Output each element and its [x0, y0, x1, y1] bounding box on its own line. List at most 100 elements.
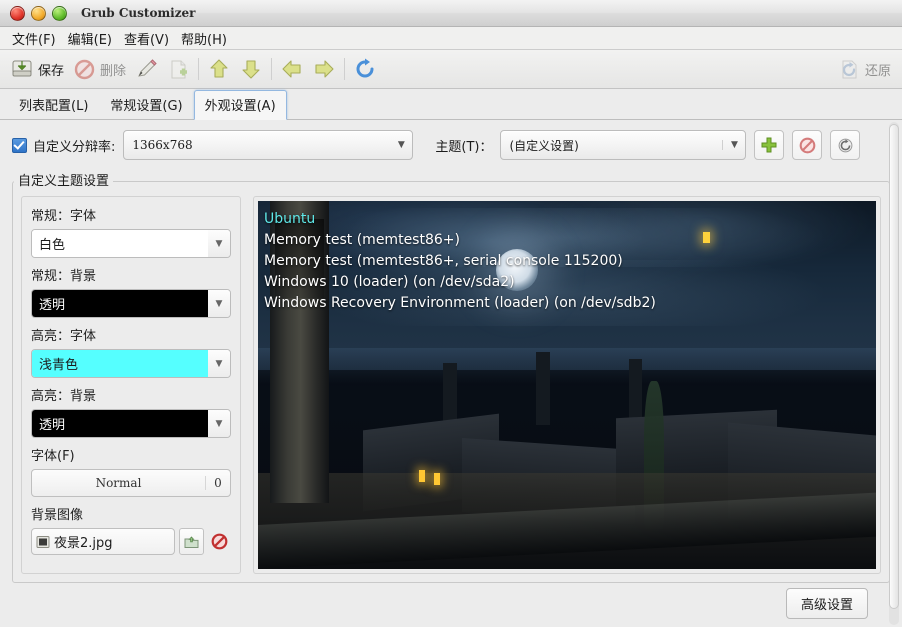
restore-label: 还原	[864, 63, 891, 79]
highlight-background-label: 高亮：背景	[31, 389, 97, 404]
chevron-down-icon-3: ▼	[208, 410, 230, 437]
move-up-button[interactable]	[203, 55, 235, 83]
pencil-icon	[136, 58, 158, 80]
move-right-button[interactable]	[308, 55, 340, 83]
grub-preview-frame: Ubuntu Memory test (memtest86+) Memory t…	[253, 196, 881, 574]
highlight-background-color-value: 透明	[32, 410, 208, 437]
application-window: Grub Customizer 文件(F) 编辑(E) 查看(V) 帮助(H) …	[0, 0, 902, 627]
menu-file[interactable]: 文件(F)	[6, 27, 62, 50]
title-bar: Grub Customizer	[0, 0, 902, 27]
refresh-theme-button[interactable]	[830, 130, 861, 160]
appearance-panel: 自定义分辩率: 1366x768 ▼ 主题(T)： (自定义设置) ▼ 自定义主…	[0, 120, 902, 627]
toolbar-separator	[198, 58, 200, 80]
chevron-down-icon: ▼	[397, 140, 405, 150]
grub-preview[interactable]: Ubuntu Memory test (memtest86+) Memory t…	[258, 201, 876, 569]
vertical-scrollbar[interactable]	[888, 122, 900, 625]
reload-button[interactable]	[349, 55, 381, 83]
theme-value: (自定义设置)	[509, 138, 579, 153]
minimize-button[interactable]	[31, 5, 46, 21]
menu-edit[interactable]: 编辑(E)	[62, 27, 118, 50]
highlight-font-color-combo[interactable]: 浅青色 ▼	[31, 349, 231, 378]
remove-theme-button[interactable]	[792, 130, 823, 160]
theme-label: 主题(T)：	[435, 139, 493, 155]
new-entry-button[interactable]	[163, 56, 194, 83]
maximize-button[interactable]	[52, 5, 67, 21]
scrollbar-thumb[interactable]	[889, 124, 899, 609]
custom-theme-title: 自定义主题设置	[14, 170, 114, 189]
custom-theme-groupbox: 自定义主题设置 常规：字体 白色 ▼ 常规：背景 透明 ▼ 高亮：字体 浅青色 …	[12, 170, 890, 583]
window-light-2	[434, 473, 441, 486]
normal-font-label: 常规：字体	[31, 209, 97, 224]
advanced-settings-button[interactable]: 高级设置	[785, 587, 868, 619]
window-light-1	[418, 469, 425, 482]
save-disk-icon	[11, 58, 33, 80]
menu-bar: 文件(F) 编辑(E) 查看(V) 帮助(H)	[0, 27, 902, 50]
custom-resolution-label: 自定义分辩率:	[33, 139, 116, 155]
theme-combo[interactable]: (自定义设置) ▼	[500, 130, 747, 160]
normal-background-label: 常规：背景	[31, 269, 97, 284]
normal-background-color-combo[interactable]: 透明 ▼	[31, 289, 231, 318]
tab-list-configuration[interactable]: 列表配置(L)	[8, 90, 99, 119]
arrow-right-icon	[313, 58, 335, 80]
restore-button[interactable]: 还原	[834, 56, 896, 83]
arrow-up-icon	[208, 58, 230, 80]
spire-2	[536, 351, 550, 426]
font-label: 字体(F)	[31, 449, 75, 464]
forbidden-small-icon	[799, 137, 816, 154]
tab-general-settings[interactable]: 常规设置(G)	[99, 90, 193, 119]
font-chooser-button[interactable]: Normal 0	[31, 469, 231, 497]
custom-resolution-checkbox-wrap[interactable]: 自定义分辩率:	[12, 136, 115, 155]
normal-font-color-combo[interactable]: 白色 ▼	[31, 229, 231, 258]
resolution-theme-row: 自定义分辩率: 1366x768 ▼ 主题(T)： (自定义设置) ▼	[12, 130, 890, 160]
menu-help[interactable]: 帮助(H)	[175, 27, 233, 50]
menu-view[interactable]: 查看(V)	[118, 27, 175, 50]
font-name: Normal	[95, 476, 142, 490]
tab-bar: 列表配置(L) 常规设置(G) 外观设置(A)	[0, 89, 902, 120]
background-image-row: 夜景2.jpg	[31, 528, 231, 555]
highlight-font-label: 高亮：字体	[31, 329, 97, 344]
move-down-button[interactable]	[235, 55, 267, 83]
spire-3	[628, 359, 643, 422]
edit-button[interactable]	[131, 55, 163, 83]
custom-resolution-checkbox[interactable]	[12, 137, 27, 153]
refresh-icon	[354, 58, 376, 80]
chevron-down-icon-0: ▼	[208, 230, 230, 257]
background-image-chooser[interactable]: 夜景2.jpg	[31, 528, 175, 555]
content-area: 自定义分辩率: 1366x768 ▼ 主题(T)： (自定义设置) ▼ 自定义主…	[0, 120, 902, 627]
chevron-down-icon-1: ▼	[208, 290, 230, 317]
tab-appearance-settings[interactable]: 外观设置(A)	[193, 90, 287, 120]
toolbar: 保存 删除 还原	[0, 50, 902, 89]
browse-image-button[interactable]	[179, 528, 204, 555]
font-size: 0	[205, 476, 230, 490]
close-button[interactable]	[10, 5, 25, 21]
boot-entry-ubuntu[interactable]: Ubuntu	[264, 209, 876, 230]
normal-font-color-value: 白色	[32, 230, 208, 257]
background-image-filename: 夜景2.jpg	[54, 536, 113, 551]
toolbar-separator-3	[344, 58, 346, 80]
arrow-left-icon	[281, 58, 303, 80]
theme-settings-panel: 常规：字体 白色 ▼ 常规：背景 透明 ▼ 高亮：字体 浅青色 ▼ 高亮：背景 …	[21, 196, 241, 574]
add-theme-button[interactable]	[754, 130, 785, 160]
resolution-combo[interactable]: 1366x768 ▼	[123, 130, 414, 160]
boot-entry-windows10[interactable]: Windows 10 (loader) (on /dev/sda2)	[264, 272, 876, 293]
new-file-icon	[168, 59, 189, 80]
forbidden-icon	[74, 59, 95, 80]
boot-menu-entries: Ubuntu Memory test (memtest86+) Memory t…	[258, 201, 876, 314]
clear-image-button[interactable]	[208, 529, 231, 554]
image-file-icon	[36, 535, 50, 549]
folder-open-icon	[184, 535, 199, 549]
background-image-label: 背景图像	[31, 508, 84, 523]
boot-entry-windows-recovery[interactable]: Windows Recovery Environment (loader) (o…	[264, 293, 876, 314]
chevron-down-icon-2: ▼	[208, 350, 230, 377]
resolution-value: 1366x768	[132, 138, 193, 152]
refresh-small-icon	[837, 137, 854, 154]
highlight-background-color-combo[interactable]: 透明 ▼	[31, 409, 231, 438]
delete-button[interactable]: 删除	[69, 56, 131, 83]
restore-icon	[839, 59, 860, 80]
boot-entry-memtest[interactable]: Memory test (memtest86+)	[264, 230, 876, 251]
arrow-down-icon	[240, 58, 262, 80]
save-button[interactable]: 保存	[6, 55, 69, 83]
delete-label: 删除	[100, 63, 127, 79]
move-left-button[interactable]	[276, 55, 308, 83]
boot-entry-memtest-serial[interactable]: Memory test (memtest86+, serial console …	[264, 251, 876, 272]
